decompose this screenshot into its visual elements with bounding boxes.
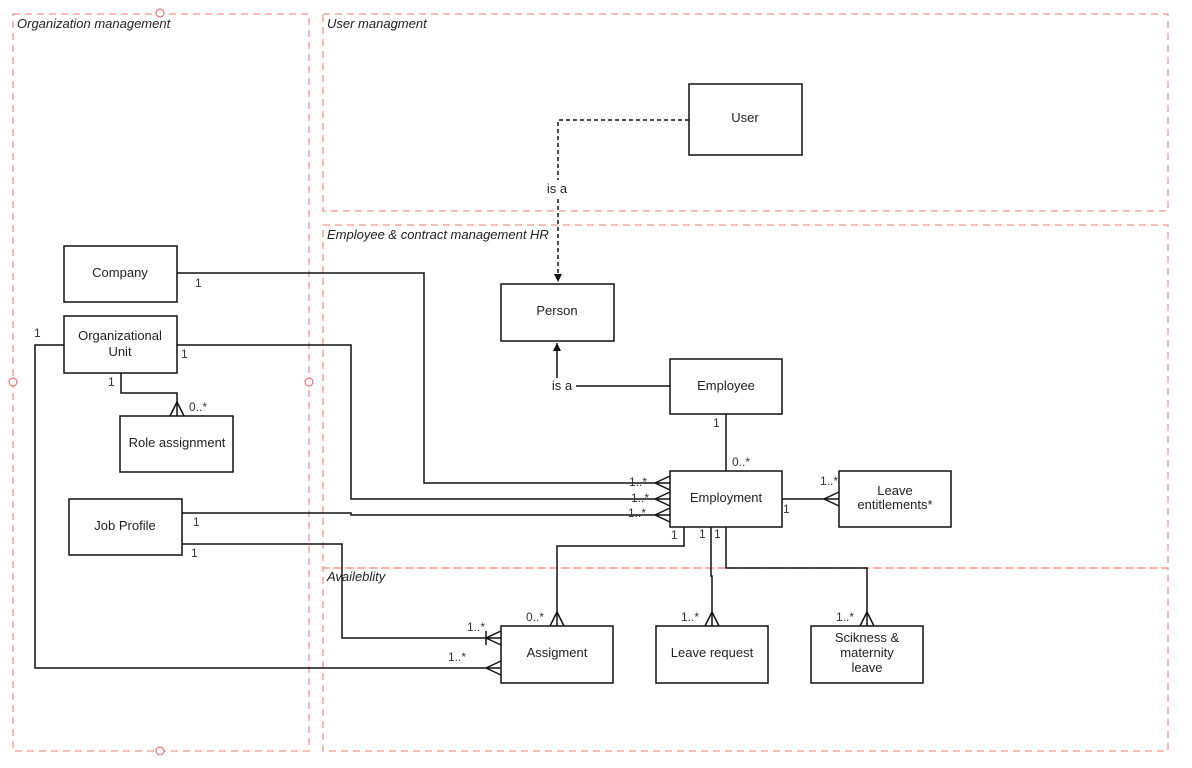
multiplicity: 1..* [681, 610, 699, 624]
multiplicity: 1 [714, 527, 721, 541]
entity-sickness-maternity-leave[interactable]: Scikness & maternity leave [810, 625, 924, 684]
multiplicity: 1..* [628, 506, 646, 520]
entity-employee[interactable]: Employee [669, 358, 783, 415]
multiplicity: 0..* [526, 610, 544, 624]
multiplicity: 1..* [820, 474, 838, 488]
entity-label: Scikness & [835, 630, 900, 645]
multiplicity: 1..* [448, 650, 466, 664]
resize-handle[interactable] [304, 377, 314, 387]
entity-label: entitlements* [857, 497, 932, 512]
resize-handle[interactable] [155, 8, 165, 18]
entity-company[interactable]: Company [63, 245, 178, 303]
multiplicity: 1..* [629, 475, 647, 489]
zone-label: Organization management [17, 16, 172, 31]
zone-label: User managment [327, 16, 428, 31]
er-diagram: Organization management User managment E… [8, 8, 1169, 756]
is-a-label: is a [547, 181, 568, 196]
entity-label: Person [536, 303, 577, 318]
entity-person[interactable]: Person [500, 283, 615, 342]
multiplicity: 1 [671, 528, 678, 542]
multiplicity: 1 [108, 375, 115, 389]
entity-label: Unit [108, 344, 132, 359]
edge-orgunit-role[interactable] [120, 373, 178, 416]
entity-label: Organizational [78, 328, 162, 343]
entity-label: maternity [840, 645, 894, 660]
multiplicity: 1 [193, 515, 200, 529]
edge-jobprofile-employment[interactable] [182, 512, 670, 516]
entity-label: Role assignment [129, 435, 226, 450]
entity-label: Employment [690, 490, 763, 505]
multiplicity: 1 [783, 502, 790, 516]
entity-label: leave [851, 660, 882, 675]
zone-label: Employee & contract management HR [327, 227, 549, 242]
entity-label: Company [92, 265, 148, 280]
entity-label: Leave request [671, 645, 754, 660]
multiplicity: 1 [181, 347, 188, 361]
multiplicity: 1..* [631, 491, 649, 505]
entity-leave-request[interactable]: Leave request [655, 625, 769, 684]
zone-organization-management: Organization management [8, 8, 314, 756]
zone-label: Availeblity [326, 569, 387, 584]
multiplicity: 0..* [732, 455, 750, 469]
resize-handle[interactable] [155, 746, 165, 756]
entity-employment[interactable]: Employment [669, 470, 783, 528]
edge-jobprofile-assignment[interactable] [182, 543, 501, 639]
multiplicity: 1 [195, 276, 202, 290]
entity-label: Job Profile [94, 518, 155, 533]
entity-label: Employee [697, 378, 755, 393]
entity-assignment[interactable]: Assigment [500, 625, 614, 684]
edge-user-is-a-person[interactable] [554, 119, 689, 282]
multiplicity: 1 [699, 527, 706, 541]
multiplicity: 1..* [836, 610, 854, 624]
multiplicity: 1..* [467, 620, 485, 634]
entity-role-assignment[interactable]: Role assignment [119, 415, 234, 473]
multiplicity: 1 [34, 326, 41, 340]
entity-organizational-unit[interactable]: Organizational Unit [63, 315, 178, 374]
entity-leave-entitlements[interactable]: Leave entitlements* [838, 470, 952, 528]
multiplicity: 1 [713, 416, 720, 430]
is-a-label: is a [552, 378, 573, 393]
entity-job-profile[interactable]: Job Profile [68, 498, 183, 556]
entity-label: User [731, 110, 759, 125]
multiplicity: 0..* [189, 400, 207, 414]
entity-user[interactable]: User [688, 83, 803, 156]
entity-label: Leave [877, 483, 912, 498]
edge-employment-assignment[interactable] [556, 527, 685, 626]
entity-label: Assigment [527, 645, 588, 660]
multiplicity: 1 [191, 546, 198, 560]
resize-handle[interactable] [8, 377, 18, 387]
edge-employment-leave-request[interactable] [710, 527, 713, 626]
